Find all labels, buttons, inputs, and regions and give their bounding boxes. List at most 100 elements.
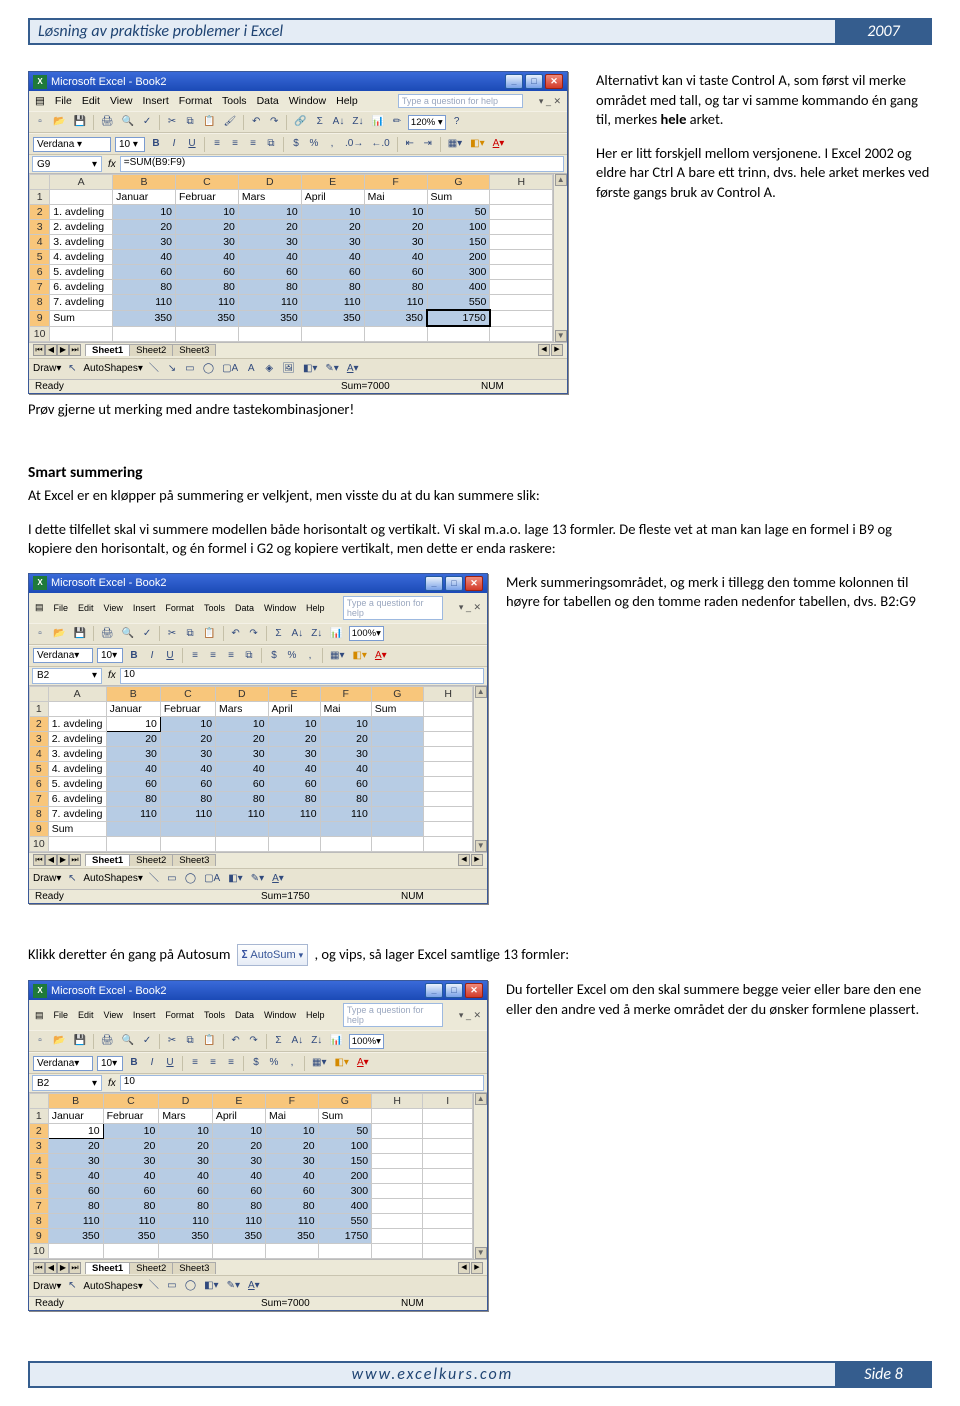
fontcolor-draw-icon[interactable]: A▾ xyxy=(345,361,361,377)
help-icon[interactable]: ? xyxy=(450,114,464,130)
preview-icon[interactable]: 🔍 xyxy=(120,114,136,130)
cut-icon[interactable]: ✂ xyxy=(165,114,179,130)
textbox-icon[interactable]: ▢A xyxy=(220,361,240,377)
hscroll-right-icon[interactable]: ▶ xyxy=(551,344,563,356)
select-all-corner[interactable] xyxy=(30,175,50,190)
dec-decimal-icon[interactable]: ←.0 xyxy=(369,136,391,152)
save-icon[interactable]: 💾 xyxy=(71,114,87,130)
tab-sheet1[interactable]: Sheet1 xyxy=(85,344,130,356)
header-year: 2007 xyxy=(837,18,932,45)
menu-edit[interactable]: Edit xyxy=(82,95,100,107)
dec-indent-icon[interactable]: ⇤ xyxy=(403,136,417,152)
menu-help[interactable]: Help xyxy=(336,95,358,107)
maximize-button[interactable]: □ xyxy=(445,576,463,591)
align-left-icon[interactable]: ≡ xyxy=(210,136,224,152)
block3-side-text: Du forteller Excel om den skal summere b… xyxy=(506,980,932,1019)
comma-icon[interactable]: , xyxy=(325,136,339,152)
linecolor-draw-icon[interactable]: ✎▾ xyxy=(323,361,340,377)
minimize-button[interactable]: _ xyxy=(505,74,523,89)
sort-asc-icon[interactable]: A↓ xyxy=(331,114,347,130)
fill-color-icon[interactable]: ◧▾ xyxy=(468,136,486,152)
link-icon[interactable]: 🔗 xyxy=(292,114,308,130)
excel-screenshot-2: X Microsoft Excel - Book2 _ □ ✕ ▤ File E… xyxy=(28,573,488,904)
bold-icon[interactable]: B xyxy=(149,136,163,152)
chart-icon[interactable]: 📊 xyxy=(369,114,385,130)
menu-data[interactable]: Data xyxy=(257,95,279,107)
spell-icon[interactable]: ✓ xyxy=(140,114,154,130)
vertical-scrollbar[interactable]: ▲▼ xyxy=(473,686,487,852)
help-search[interactable]: Type a question for help xyxy=(398,94,523,108)
menu-format[interactable]: Format xyxy=(179,95,212,107)
copy-icon[interactable]: ⧉ xyxy=(183,114,197,130)
font-size-select[interactable]: 10 ▾ xyxy=(115,137,145,152)
formula-input[interactable]: =SUM(B9:F9) xyxy=(120,156,564,172)
clipart-icon[interactable]: 🖼 xyxy=(280,361,297,377)
oval-icon[interactable]: ◯ xyxy=(201,361,216,377)
window-title: Microsoft Excel - Book2 xyxy=(51,577,167,589)
merge-icon[interactable]: ⧉ xyxy=(264,136,278,152)
worksheet-grid[interactable]: A B C D E F G H 1JanuarFebruarMarsAprilM… xyxy=(29,686,473,852)
inc-indent-icon[interactable]: ⇥ xyxy=(421,136,435,152)
autosum-button[interactable]: Σ AutoSum ▾ xyxy=(237,944,308,966)
sort-desc-icon[interactable]: Z↓ xyxy=(350,114,365,130)
fx-icon[interactable]: fx xyxy=(108,159,116,170)
tab-sheet2[interactable]: Sheet2 xyxy=(129,344,173,356)
pointer-icon[interactable]: ↖ xyxy=(65,361,79,377)
undo-icon[interactable]: ↶ xyxy=(249,114,263,130)
new-icon[interactable]: ▫ xyxy=(33,114,47,130)
redo-icon[interactable]: ↷ xyxy=(267,114,281,130)
tab-sheet3[interactable]: Sheet3 xyxy=(172,344,216,356)
zoom-select[interactable]: 120% ▾ xyxy=(408,115,446,130)
currency-icon[interactable]: $ xyxy=(289,136,303,152)
excel-icon: X xyxy=(33,75,47,89)
col-header[interactable]: A xyxy=(50,175,113,190)
draw-menu[interactable]: Draw▾ xyxy=(33,363,61,374)
print-icon[interactable]: 🖨 xyxy=(99,114,116,130)
inc-decimal-icon[interactable]: .0→ xyxy=(343,136,365,152)
menu-tools[interactable]: Tools xyxy=(222,95,247,107)
percent-icon[interactable]: % xyxy=(307,136,321,152)
prev-tab-icon[interactable]: ◀ xyxy=(45,344,57,356)
paste-icon[interactable]: 📋 xyxy=(201,114,217,130)
wordart-icon[interactable]: A xyxy=(244,361,258,377)
rect-icon[interactable]: ▭ xyxy=(183,361,197,377)
border-icon[interactable]: ▦▾ xyxy=(446,136,464,152)
minimize-button[interactable]: _ xyxy=(425,576,443,591)
line-icon[interactable]: ＼ xyxy=(147,361,161,377)
autosum-icon[interactable]: Σ xyxy=(313,114,327,130)
close-button[interactable]: ✕ xyxy=(545,74,563,89)
arrow-icon[interactable]: ↘ xyxy=(165,361,179,377)
standard-toolbar: ▫ 📂 💾 🖨 🔍 ✓ ✂ ⧉ 📋 🖌 ↶ ↷ 🔗 Σ A↓ Z↓ xyxy=(29,111,567,133)
menu-file[interactable]: File xyxy=(55,95,72,107)
worksheet-grid[interactable]: B C D E F G H I 1JanuarFebruarMarsAprilM… xyxy=(29,1093,473,1259)
diagram-icon[interactable]: ◈ xyxy=(262,361,276,377)
autoshapes-menu[interactable]: AutoShapes▾ xyxy=(83,363,143,374)
vertical-scrollbar[interactable]: ▲▼ xyxy=(553,174,567,342)
worksheet-grid[interactable]: A B C D E F G H 1JanuarFebruarMarsAprilM… xyxy=(29,174,553,342)
status-num: NUM xyxy=(481,381,561,392)
name-box[interactable]: G9▾ xyxy=(32,156,102,172)
next-tab-icon[interactable]: ▶ xyxy=(57,344,69,356)
align-right-icon[interactable]: ≡ xyxy=(246,136,260,152)
maximize-button[interactable]: □ xyxy=(525,74,543,89)
align-center-icon[interactable]: ≡ xyxy=(228,136,242,152)
close-button[interactable]: ✕ xyxy=(465,576,483,591)
excel-screenshot-3: X Microsoft Excel - Book2 _ □ ✕ ▤ File E… xyxy=(28,980,488,1311)
menu-view[interactable]: View xyxy=(110,95,133,107)
name-box[interactable]: B2▾ xyxy=(32,668,102,684)
first-tab-icon[interactable]: ⏮ xyxy=(33,344,45,356)
hscroll-left-icon[interactable]: ◀ xyxy=(538,344,550,356)
footer-url: www.excelkurs.com xyxy=(28,1361,837,1388)
underline-icon[interactable]: U xyxy=(185,136,199,152)
format-painter-icon[interactable]: 🖌 xyxy=(222,114,239,130)
help-search[interactable]: Type a question for help xyxy=(343,596,443,620)
font-color-icon[interactable]: A▾ xyxy=(491,136,507,152)
menu-insert[interactable]: Insert xyxy=(143,95,169,107)
italic-icon[interactable]: I xyxy=(167,136,181,152)
open-icon[interactable]: 📂 xyxy=(51,114,67,130)
last-tab-icon[interactable]: ⏭ xyxy=(69,344,81,356)
drawing-icon[interactable]: ✏ xyxy=(390,114,404,130)
font-select[interactable]: Verdana ▾ xyxy=(33,137,111,152)
fillcolor-draw-icon[interactable]: ◧▾ xyxy=(301,361,319,377)
menu-window[interactable]: Window xyxy=(289,95,326,107)
